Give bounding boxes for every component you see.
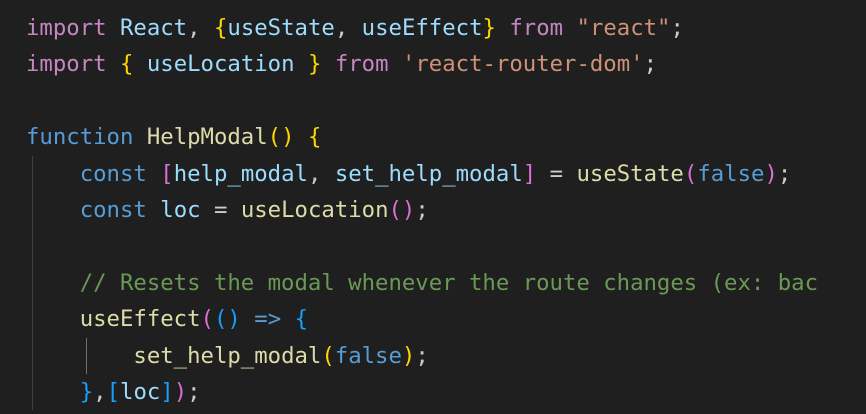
code-line[interactable]: // Resets the modal whenever the route c… [26, 264, 819, 302]
code-token: const [79, 196, 147, 223]
code-token: useState [576, 160, 684, 187]
code-token: ; [643, 51, 658, 78]
code-token: ] [160, 378, 174, 405]
code-token: ( [683, 160, 698, 187]
code-token: () [267, 124, 295, 151]
code-token: from [509, 15, 564, 41]
code-token: } [79, 378, 94, 405]
code-token: ; [415, 342, 429, 369]
code-editor[interactable]: import React, {useState, useEffect} from… [0, 0, 866, 414]
code-token: ) [173, 378, 188, 405]
code-line[interactable]: const loc = useLocation(); [26, 191, 818, 229]
indent-guide [32, 301, 33, 338]
code-token: => [254, 306, 282, 333]
code-token: ; [670, 15, 684, 41]
code-token: set_help_modal [334, 160, 523, 187]
code-token: () [388, 196, 416, 223]
code-token: [ [106, 378, 121, 405]
code-token: , [187, 15, 214, 41]
code-token: ; [187, 378, 201, 405]
code-token: useEffect [79, 306, 201, 333]
indent-guide [32, 264, 33, 302]
code-token: 'react-router-dom' [401, 51, 644, 78]
code-token: const [79, 160, 147, 187]
indent-guide [85, 337, 87, 374]
code-token: loc [120, 378, 161, 405]
code-token: ] [522, 160, 537, 187]
code-token: ; [415, 196, 429, 223]
code-token: false [697, 160, 765, 187]
code-line[interactable] [26, 83, 818, 119]
code-line[interactable]: function HelpModal() { [26, 119, 818, 155]
code-token: false [334, 342, 402, 369]
code-token: = [200, 196, 241, 223]
code-token: function [26, 124, 134, 151]
code-token: , [93, 378, 107, 405]
code-token: import [26, 15, 107, 41]
indent-guide [32, 155, 33, 192]
code-token: help_modal [173, 160, 308, 187]
code-line[interactable]: set_help_modal(false); [26, 337, 818, 374]
code-token: ( [200, 306, 214, 333]
code-token: // Resets the modal whenever the route c… [79, 269, 819, 296]
code-token: ) [401, 342, 416, 369]
code-token: ) [764, 160, 778, 187]
code-token: set_help_modal [133, 342, 322, 369]
code-token: ( [321, 342, 335, 369]
code-token: () [213, 306, 241, 333]
code-line[interactable] [26, 228, 818, 265]
indent-guide [32, 228, 33, 265]
code-token: "react" [576, 15, 671, 41]
code-token: loc [160, 196, 201, 223]
code-token: useEffect [361, 15, 483, 41]
indent-guide [32, 337, 33, 374]
code-token: import [26, 51, 107, 78]
code-token: ; [777, 160, 792, 187]
code-line[interactable]: const [help_modal, set_help_modal] = use… [26, 155, 818, 192]
code-token: HelpModal [146, 124, 268, 151]
code-token: React [119, 15, 188, 41]
code-token: } [482, 15, 496, 41]
code-token: { [119, 51, 134, 78]
code-token: } [307, 51, 322, 78]
code-token: = [536, 160, 577, 187]
code-token: useLocation [133, 51, 308, 78]
code-token: [ [160, 160, 174, 187]
code-token: { [307, 124, 322, 151]
code-token: useLocation [240, 196, 389, 223]
code-token: from [334, 51, 389, 78]
indent-guide [32, 191, 33, 229]
code-token: { [294, 306, 308, 333]
code-token: , [334, 15, 362, 41]
code-text-area[interactable]: import React, {useState, useEffect} from… [26, 10, 819, 411]
code-token: { [213, 15, 228, 41]
code-line[interactable]: useEffect(() => { [26, 301, 818, 338]
indent-guide [32, 373, 33, 411]
code-line[interactable]: },[loc]); [26, 373, 818, 411]
code-token: useState [227, 15, 335, 41]
code-line[interactable]: import { useLocation } from 'react-route… [26, 46, 818, 82]
code-line[interactable]: import React, {useState, useEffect} from… [26, 10, 818, 46]
code-token: , [307, 160, 335, 187]
